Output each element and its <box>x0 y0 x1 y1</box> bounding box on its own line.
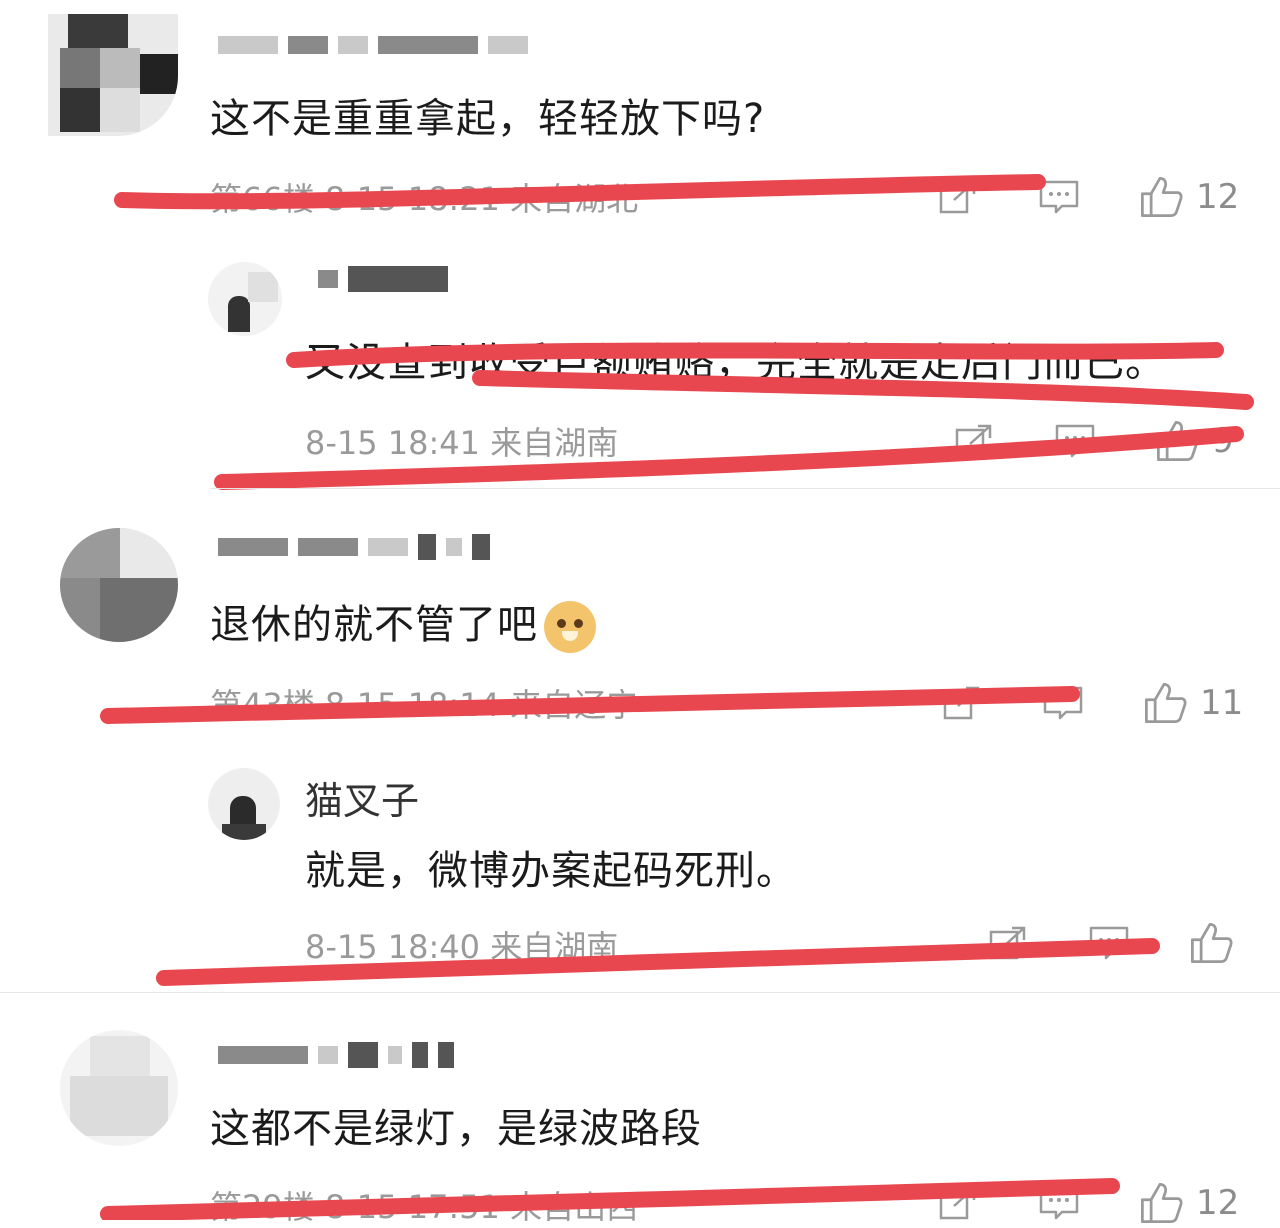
comment-text-tail: 吧 <box>497 602 538 648</box>
comment-icon[interactable] <box>1038 178 1080 216</box>
blurred-username[interactable] <box>218 1042 454 1068</box>
comment-icon[interactable] <box>1038 1184 1080 1222</box>
comment-meta: 第43楼 8-15 18:14 来自辽宁 <box>210 686 639 724</box>
divider <box>210 488 1280 489</box>
like-count: 9 <box>1212 421 1234 461</box>
thumbs-up-icon[interactable] <box>1188 920 1234 966</box>
reply-username[interactable]: 猫叉子 <box>305 770 419 825</box>
avatar[interactable] <box>208 768 280 840</box>
share-icon[interactable] <box>942 684 984 722</box>
comment-icon[interactable] <box>1042 684 1084 722</box>
share-icon[interactable] <box>954 422 996 460</box>
comment-icon[interactable] <box>1054 422 1096 460</box>
comment-icon[interactable] <box>1088 924 1130 962</box>
comment-meta: 第66楼 8-15 18:21 来自湖北 <box>210 180 639 218</box>
thumbs-up-icon[interactable] <box>1138 1180 1184 1226</box>
like-count: 12 <box>1196 177 1240 217</box>
like-count: 12 <box>1196 1183 1240 1223</box>
avatar[interactable] <box>48 14 178 136</box>
thumbs-up-icon[interactable] <box>1154 418 1200 464</box>
avatar[interactable] <box>60 1030 178 1146</box>
doge-emoji <box>544 601 596 653</box>
avatar[interactable] <box>60 528 178 642</box>
avatar[interactable] <box>208 262 282 336</box>
thumbs-up-icon[interactable] <box>1138 174 1184 220</box>
blurred-username[interactable] <box>218 34 528 56</box>
share-icon[interactable] <box>988 924 1030 962</box>
thumbs-up-icon[interactable] <box>1142 680 1188 726</box>
reply-text: 又没查到收受巨额贿赂，完全就是走后门而已。 <box>305 340 1166 386</box>
divider <box>0 992 1280 993</box>
blurred-username[interactable] <box>318 266 448 292</box>
comment-meta: 第29楼 8-15 17:51 来自山西 <box>210 1188 639 1226</box>
comment-text: 这不是重重拿起，轻轻放下吗? <box>210 96 766 142</box>
reply-meta: 8-15 18:41 来自湖南 <box>305 424 619 462</box>
comment-text: 退休的就不管了吧 <box>210 592 596 653</box>
comment-text-main: 退休的就不管了 <box>210 602 497 648</box>
reply-meta: 8-15 18:40 来自湖南 <box>305 928 619 966</box>
comment-text: 这都不是绿灯，是绿波路段 <box>210 1106 702 1152</box>
share-icon[interactable] <box>938 1184 980 1222</box>
blurred-username[interactable] <box>218 534 490 560</box>
reply-text: 就是，微博办案起码死刑。 <box>305 848 797 894</box>
like-count: 11 <box>1200 683 1244 723</box>
share-icon[interactable] <box>938 178 980 216</box>
